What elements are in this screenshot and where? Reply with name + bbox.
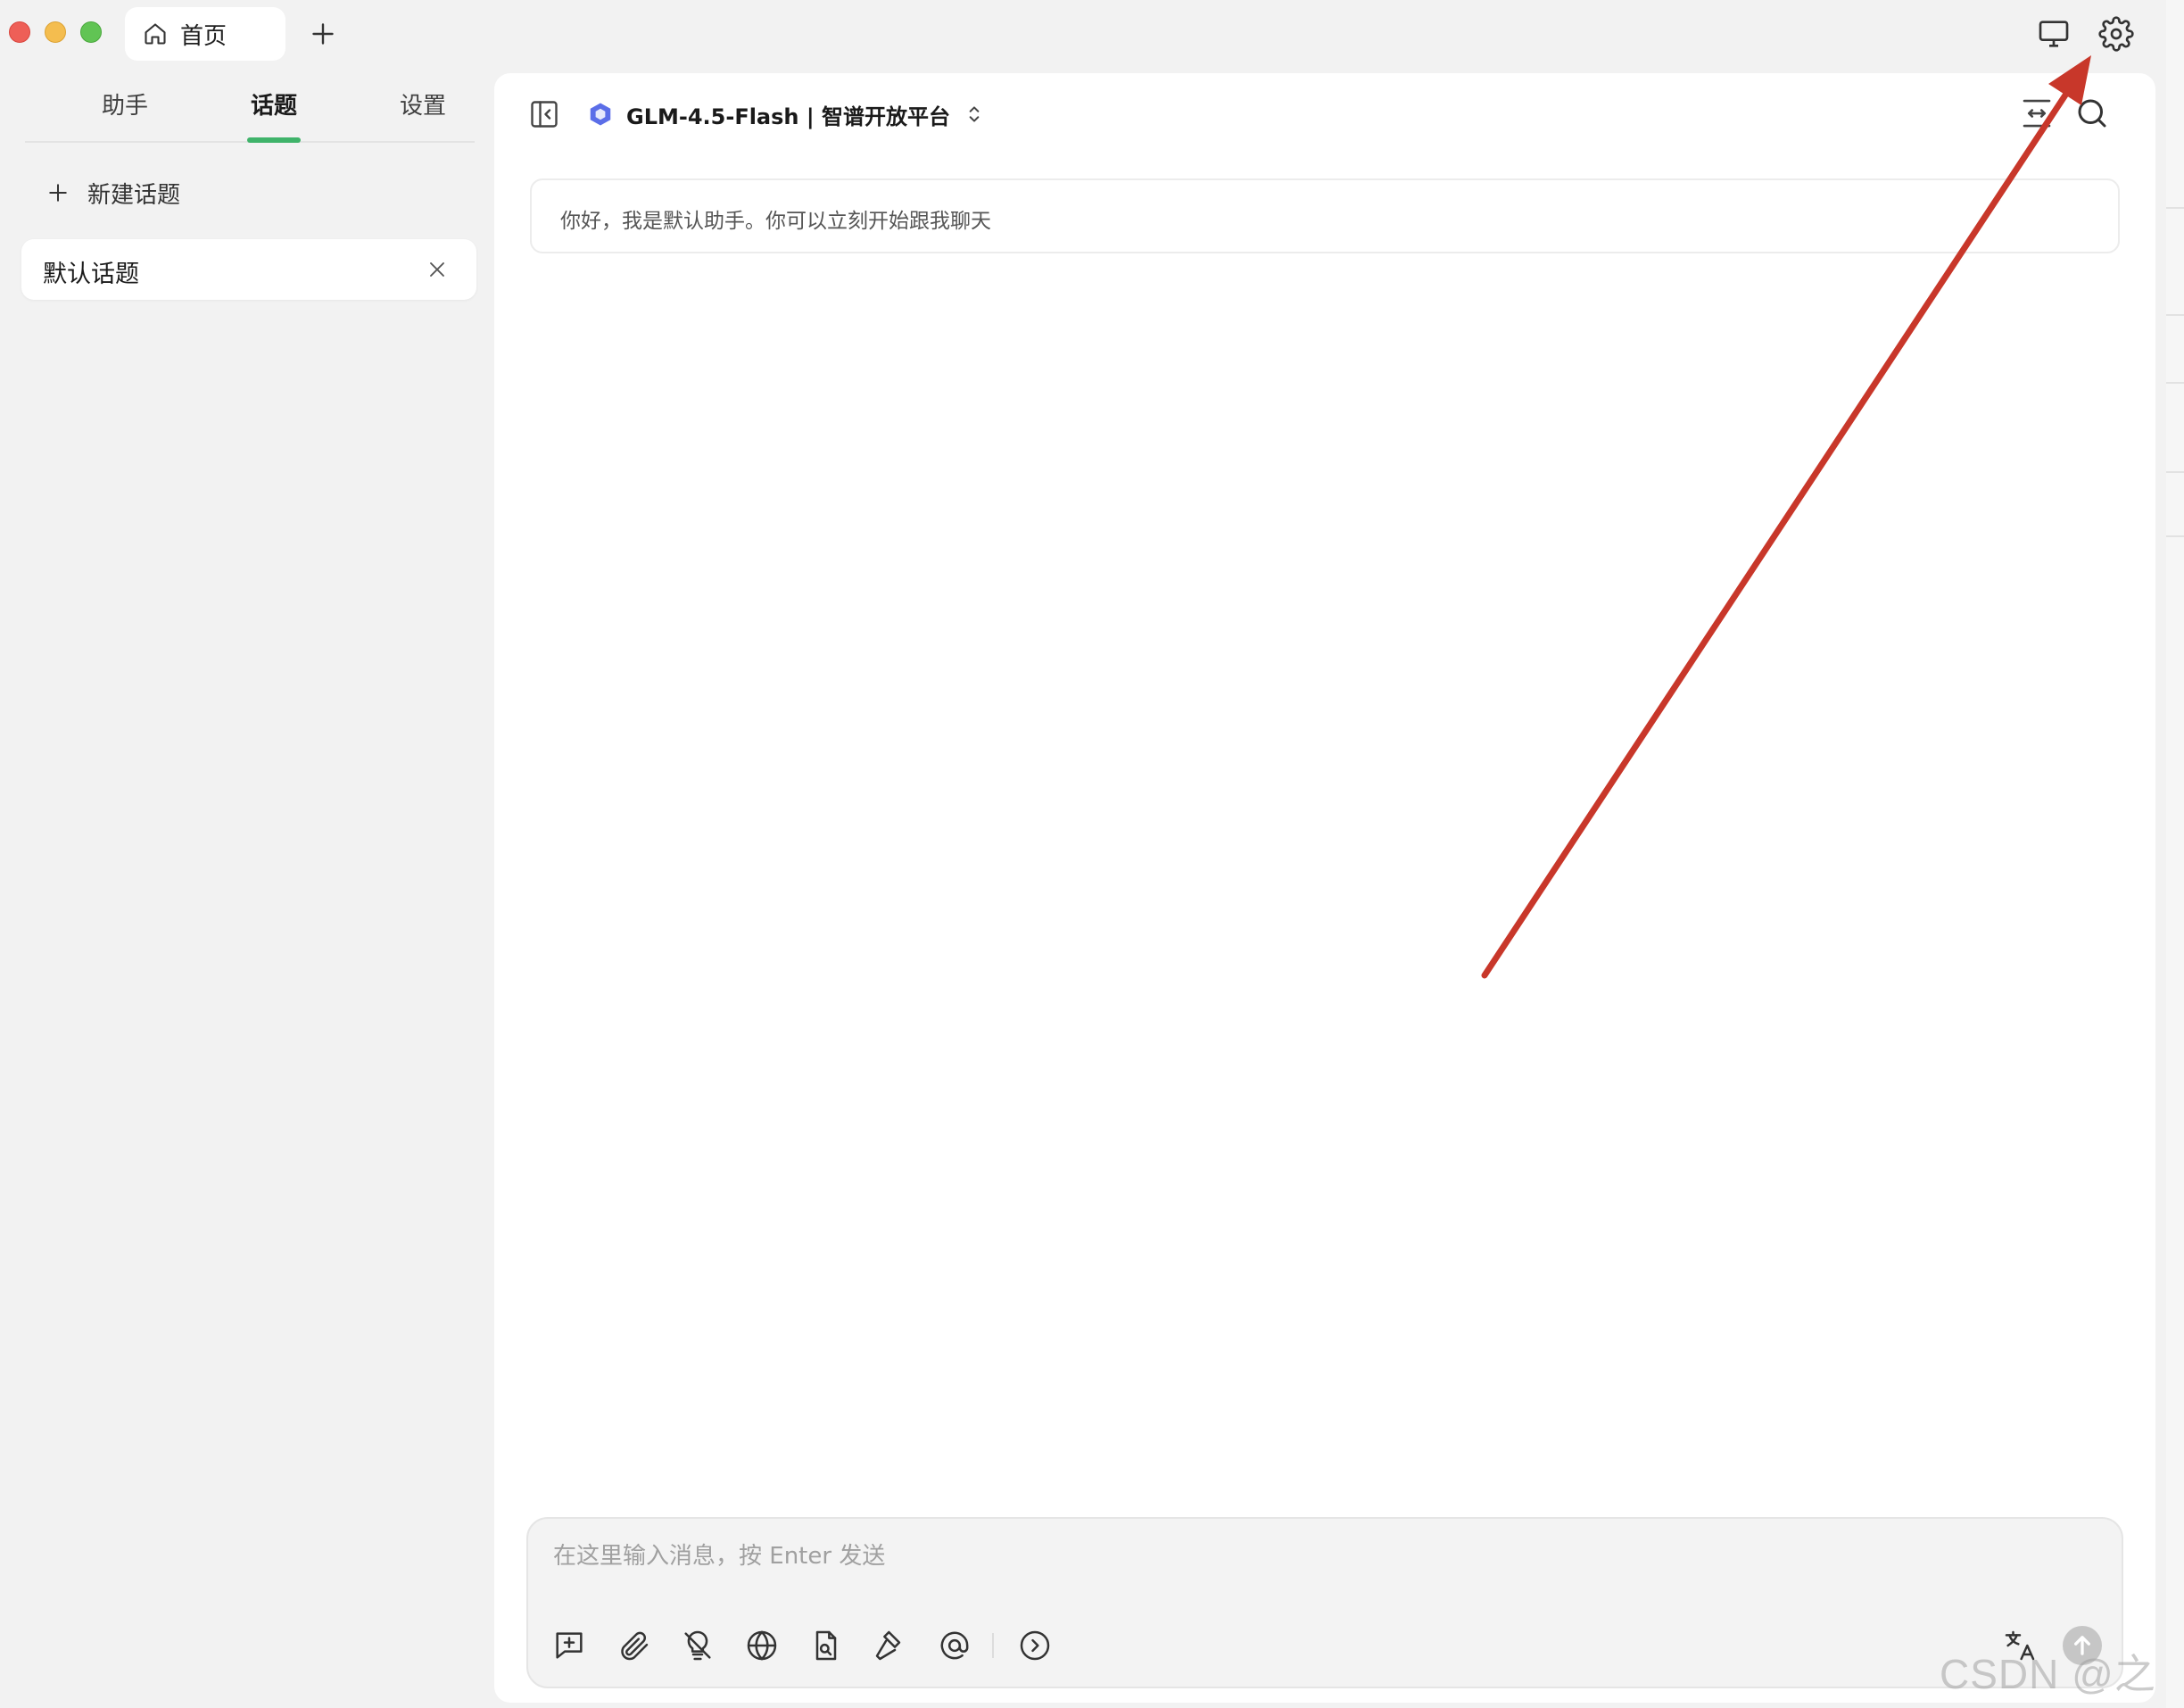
sidebar-collapse-icon (528, 98, 560, 130)
tools-hammer-icon (873, 1628, 908, 1663)
new-topic-icon (551, 1628, 587, 1663)
message-input[interactable] (553, 1537, 1981, 1576)
topic-item[interactable]: 默认话题 (21, 239, 476, 300)
thinking-toggle-button[interactable] (680, 1628, 716, 1663)
thinking-off-icon (680, 1628, 716, 1663)
plus-icon (45, 179, 71, 206)
tab-assistants[interactable]: 助手 (71, 87, 178, 120)
toggle-sidebar-button[interactable] (528, 98, 560, 130)
model-logo-icon (587, 101, 614, 128)
new-topic-button[interactable]: 新建话题 (45, 173, 180, 212)
background-window-edge (2166, 0, 2184, 1708)
title-bar: 首页 (0, 0, 2184, 68)
tab-home-label: 首页 (180, 22, 228, 50)
topic-item-label: 默认话题 (43, 261, 139, 288)
tab-home[interactable]: 首页 (125, 7, 285, 61)
narrow-mode-icon (2018, 95, 2056, 132)
mention-icon (937, 1628, 972, 1663)
narrow-mode-button[interactable] (2018, 95, 2056, 132)
message-composer (526, 1517, 2123, 1688)
active-tab-indicator (247, 137, 301, 143)
new-tab-button[interactable] (307, 18, 339, 50)
sidebar-tabs: 助手 话题 设置 (25, 68, 475, 143)
tab-topics[interactable]: 话题 (220, 87, 327, 120)
mention-button[interactable] (937, 1628, 972, 1663)
web-search-button[interactable] (744, 1628, 780, 1663)
new-topic-label: 新建话题 (87, 181, 181, 209)
plus-icon (307, 18, 339, 50)
gear-icon (2098, 16, 2134, 52)
expand-tools-button[interactable] (1017, 1628, 1053, 1663)
window-maximize-button[interactable] (80, 21, 102, 43)
chat-panel: GLM-4.5-Flash | 智谱开放平台 你好，我是默认助手。你可以立刻开始… (494, 73, 2155, 1703)
knowledge-base-button[interactable] (808, 1628, 844, 1663)
attachment-button[interactable] (616, 1628, 651, 1663)
toolbar-divider (992, 1633, 994, 1658)
settings-button[interactable] (2098, 16, 2134, 52)
search-button[interactable] (2073, 95, 2111, 132)
model-name: GLM-4.5-Flash | 智谱开放平台 (626, 104, 950, 129)
welcome-message: 你好，我是默认助手。你可以立刻开始跟我聊天 (530, 178, 2120, 253)
attachment-icon (616, 1628, 651, 1663)
expand-more-icon (1017, 1628, 1053, 1663)
tab-settings[interactable]: 设置 (369, 87, 476, 120)
new-topic-tool-button[interactable] (551, 1628, 587, 1663)
sidebar: 助手 话题 设置 新建话题 默认话题 (0, 68, 491, 1708)
web-search-icon (744, 1628, 780, 1663)
chevron-up-down-icon (963, 103, 986, 126)
close-icon[interactable] (425, 257, 450, 282)
model-selector[interactable]: GLM-4.5-Flash | 智谱开放平台 (587, 95, 986, 134)
monitor-button[interactable] (2036, 16, 2072, 52)
welcome-message-text: 你好，我是默认助手。你可以立刻开始跟我聊天 (560, 210, 991, 233)
window-minimize-button[interactable] (45, 21, 66, 43)
search-icon (2073, 95, 2111, 132)
monitor-icon (2036, 16, 2072, 52)
home-icon (143, 21, 168, 46)
window-close-button[interactable] (9, 21, 30, 43)
watermark: CSDN @之歆 (1940, 1651, 2156, 1697)
knowledge-file-icon (808, 1628, 844, 1663)
tools-button[interactable] (873, 1628, 908, 1663)
